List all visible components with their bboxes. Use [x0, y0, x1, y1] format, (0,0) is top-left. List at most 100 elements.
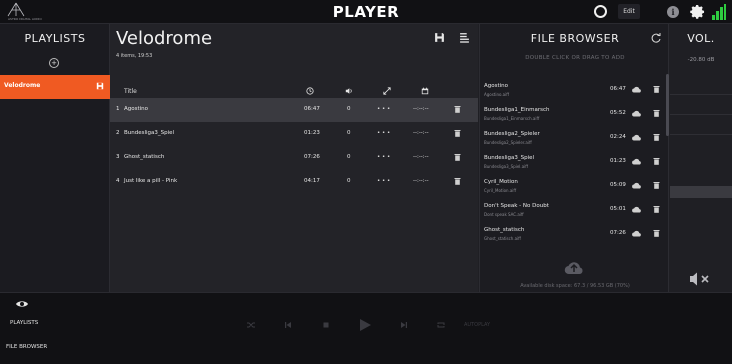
- file-duration: 02:24: [610, 134, 626, 140]
- playlist-cell-schedule: --:--:--: [413, 178, 429, 184]
- playlist-cell-title: Bundesliga3_Spiel: [124, 130, 175, 136]
- playlist-cell-gain: 0: [347, 178, 351, 184]
- volume-icon: [345, 88, 352, 94]
- add-playlist-button[interactable]: +: [49, 58, 59, 68]
- playlist-cell-schedule: --:--:--: [413, 130, 429, 136]
- cloud-icon[interactable]: [632, 182, 641, 189]
- file-item[interactable]: Bundesliga1_Einmarsch Bundesliga1_Einmars…: [480, 102, 666, 126]
- playlist-cell-index: 1: [116, 106, 120, 112]
- gear-icon[interactable]: [688, 3, 706, 21]
- file-name: Agostino: [484, 83, 509, 89]
- previous-icon[interactable]: [283, 320, 293, 330]
- sidebar-item-velodrome[interactable]: Velodrome: [0, 75, 110, 99]
- volume-gridline: [670, 134, 732, 135]
- expand-icon: [383, 87, 391, 95]
- volume-gridline: [670, 114, 732, 115]
- file-list-scrollbar[interactable]: [666, 74, 669, 136]
- clock-icon: [306, 87, 314, 95]
- file-name: Bundesliga2_Spieler: [484, 131, 540, 137]
- bottom-bar: PLAYLISTS FILE BROWSER AUTOPLAY: [0, 292, 732, 364]
- file-browser-header: FILE BROWSER: [530, 32, 620, 45]
- file-duration: 05:52: [610, 110, 626, 116]
- playlist-cell-gain: 0: [347, 106, 351, 112]
- upload-icon[interactable]: [564, 259, 584, 277]
- trash-icon[interactable]: [653, 85, 660, 93]
- cloud-icon[interactable]: [632, 110, 641, 117]
- file-file: Dont speak SAC.aiff: [484, 212, 524, 217]
- cloud-icon[interactable]: [632, 206, 641, 213]
- eye-icon[interactable]: [15, 299, 29, 309]
- trash-icon[interactable]: [653, 205, 660, 213]
- cloud-icon[interactable]: [632, 230, 641, 237]
- file-duration: 07:26: [610, 230, 626, 236]
- cloud-icon[interactable]: [632, 134, 641, 141]
- player-app: ASTRO DIGITAL AUDIO PLAYER Edit i PLAYLI…: [0, 0, 732, 364]
- repeat-icon[interactable]: [436, 320, 446, 330]
- file-name: Don't Speak - No Doubt: [484, 203, 549, 209]
- playlist-cell-fades: • • •: [377, 178, 391, 184]
- file-file: Cyril_Motion.aiff: [484, 188, 517, 193]
- trash-icon[interactable]: [653, 133, 660, 141]
- playlist-cell-duration: 04:17: [304, 178, 320, 184]
- file-duration: 01:23: [610, 158, 626, 164]
- playlist-cell-schedule: --:--:--: [413, 154, 429, 160]
- playlist-cell-fades: • • •: [377, 130, 391, 136]
- next-icon[interactable]: [399, 320, 409, 330]
- mute-icon[interactable]: [688, 272, 712, 286]
- playlists-sidebar: PLAYLISTS + Velodrome: [0, 24, 110, 292]
- file-item[interactable]: Bundesliga2_Spieler Bundesliga2_Spieler.a…: [480, 126, 666, 150]
- trash-icon[interactable]: [454, 129, 461, 137]
- file-name: Cyril_Motion: [484, 179, 518, 185]
- save-icon[interactable]: [96, 82, 104, 90]
- playlist-title: Velodrome: [116, 28, 213, 49]
- volume-header: VOL.: [687, 32, 715, 45]
- playlist-row[interactable]: 2 Bundesliga3_Spiel 01:23 0 • • • --:--:--: [110, 122, 478, 146]
- shuffle-icon[interactable]: [246, 320, 256, 330]
- refresh-icon[interactable]: [650, 32, 662, 44]
- volume-level: [670, 185, 732, 198]
- cloud-icon[interactable]: [632, 158, 641, 165]
- playlist-row[interactable]: 4 Just like a pill - Pink 04:17 0 • • • --:--…: [110, 170, 478, 194]
- trash-icon[interactable]: [653, 109, 660, 117]
- file-item[interactable]: Ghost_statisch Ghost_statisch.aiff 07:26: [480, 222, 666, 246]
- cloud-icon[interactable]: [632, 86, 641, 93]
- file-duration: 05:09: [610, 182, 626, 188]
- file-name: Bundesliga1_Einmarsch: [484, 107, 550, 113]
- file-file: Ghost_statisch.aiff: [484, 236, 521, 241]
- play-icon[interactable]: [358, 318, 372, 332]
- record-button[interactable]: [594, 5, 607, 18]
- stop-icon[interactable]: [321, 320, 331, 330]
- file-name: Bundesliga3_Spiel: [484, 155, 535, 161]
- file-item[interactable]: Cyril_Motion Cyril_Motion.aiff 05:09: [480, 174, 666, 198]
- file-browser-hint: DOUBLE CLICK OR DRAG TO ADD: [525, 55, 625, 61]
- playlist-cell-title: Just like a pill - Pink: [124, 178, 178, 184]
- trash-icon[interactable]: [454, 177, 461, 185]
- file-name: Ghost_statisch: [484, 227, 525, 233]
- sidebar-item-label: Velodrome: [4, 82, 41, 89]
- autoplay-toggle[interactable]: AUTOPLAY: [464, 322, 490, 328]
- file-item[interactable]: Agostino Agostino.aiff 06:47: [480, 78, 666, 102]
- edit-button[interactable]: Edit: [618, 4, 640, 19]
- save-icon[interactable]: [434, 32, 445, 43]
- file-item[interactable]: Don't Speak - No Doubt Dont speak SAC.aif…: [480, 198, 666, 222]
- playlist-cell-index: 2: [116, 130, 120, 136]
- list-icon[interactable]: [459, 32, 470, 43]
- nav-file-browser[interactable]: FILE BROWSER: [6, 344, 47, 350]
- info-icon[interactable]: i: [667, 6, 679, 18]
- playlist-row[interactable]: 1 Agostino 06:47 0 • • • --:--:--: [110, 98, 478, 122]
- playlist-row[interactable]: 3 Ghost_statisch 07:26 0 • • • --:--:--: [110, 146, 478, 170]
- trash-icon[interactable]: [653, 229, 660, 237]
- trash-icon[interactable]: [454, 105, 461, 113]
- file-item[interactable]: Bundesliga3_Spiel Bundesliga3_Spiel.aiff 0…: [480, 150, 666, 174]
- file-file: Bundesliga2_Spieler.aiff: [484, 140, 532, 145]
- trash-icon[interactable]: [653, 181, 660, 189]
- calendar-icon: [421, 87, 429, 95]
- volume-slider[interactable]: [670, 84, 732, 264]
- nav-playlists[interactable]: PLAYLISTS: [10, 320, 38, 326]
- column-title: Title: [124, 88, 137, 95]
- trash-icon[interactable]: [653, 157, 660, 165]
- trash-icon[interactable]: [454, 153, 461, 161]
- playlist-cell-fades: • • •: [377, 154, 391, 160]
- playlist-cell-title: Ghost_statisch: [124, 154, 165, 160]
- top-bar: ASTRO DIGITAL AUDIO PLAYER Edit i: [0, 0, 732, 24]
